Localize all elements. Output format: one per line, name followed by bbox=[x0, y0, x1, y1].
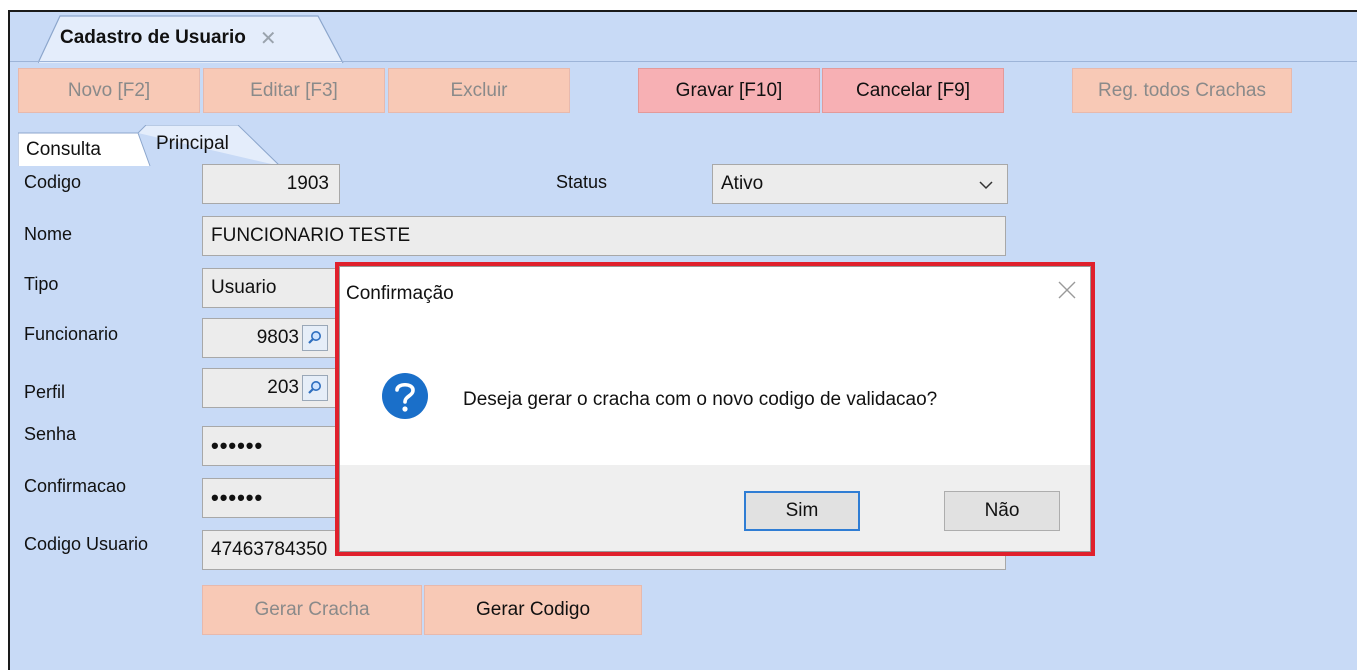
tab-consulta[interactable]: Consulta bbox=[26, 131, 101, 169]
dialog-body: Confirmação Deseja gerar o cracha com o … bbox=[339, 266, 1091, 552]
question-icon bbox=[382, 373, 428, 419]
edit-button[interactable]: Editar [F3] bbox=[203, 68, 385, 113]
funcionario-search-icon[interactable] bbox=[302, 325, 328, 351]
perfil-label: Perfil bbox=[24, 382, 66, 402]
status-select[interactable]: Ativo bbox=[712, 164, 1008, 204]
codigo-field: 1903 bbox=[202, 164, 340, 204]
gerar-cracha-button[interactable]: Gerar Cracha bbox=[202, 585, 422, 635]
status-value: Ativo bbox=[721, 173, 764, 194]
status-label: Status bbox=[556, 172, 608, 192]
nome-input[interactable]: FUNCIONARIO TESTE bbox=[202, 216, 1006, 256]
no-button[interactable]: Não bbox=[944, 491, 1060, 531]
confirmacao-value: •••••• bbox=[211, 485, 264, 510]
new-button[interactable]: Novo [F2] bbox=[18, 68, 200, 113]
codigo-usuario-label: Codigo Usuario bbox=[24, 534, 149, 554]
dialog-title: Confirmação bbox=[346, 283, 454, 304]
codigo-value: 1903 bbox=[286, 173, 329, 194]
yes-button[interactable]: Sim bbox=[744, 491, 860, 531]
tab-divider bbox=[10, 61, 1357, 62]
tab-principal[interactable]: Principal bbox=[156, 125, 229, 163]
document-tab[interactable]: Cadastro de Usuario ✕ bbox=[38, 14, 344, 64]
perfil-value: 203 bbox=[267, 377, 299, 398]
perfil-search-icon[interactable] bbox=[302, 375, 328, 401]
tipo-label: Tipo bbox=[24, 274, 59, 294]
senha-label: Senha bbox=[24, 424, 77, 444]
nome-value: FUNCIONARIO TESTE bbox=[211, 225, 411, 246]
close-icon[interactable] bbox=[1056, 279, 1078, 301]
tipo-value: Usuario bbox=[211, 277, 277, 298]
magnifier-icon bbox=[308, 331, 321, 344]
cancel-button[interactable]: Cancelar [F9] bbox=[822, 68, 1004, 113]
document-tab-title: Cadastro de Usuario bbox=[60, 27, 246, 48]
delete-button[interactable]: Excluir bbox=[388, 68, 570, 113]
codigo-label: Codigo bbox=[24, 172, 82, 192]
confirmation-dialog: Confirmação Deseja gerar o cracha com o … bbox=[335, 262, 1095, 556]
senha-value: •••••• bbox=[211, 433, 264, 458]
dialog-message: Deseja gerar o cracha com o novo codigo … bbox=[463, 389, 938, 410]
funcionario-value: 9803 bbox=[256, 327, 299, 348]
dialog-footer: Sim Não bbox=[340, 465, 1090, 551]
magnifier-icon bbox=[308, 381, 321, 394]
funcionario-label: Funcionario bbox=[24, 324, 119, 344]
confirmacao-label: Confirmacao bbox=[24, 476, 127, 496]
close-icon[interactable]: ✕ bbox=[260, 26, 277, 51]
nome-label: Nome bbox=[24, 224, 73, 244]
chevron-down-icon bbox=[979, 181, 993, 190]
codigo-usuario-value: 47463784350 bbox=[211, 539, 328, 560]
save-button[interactable]: Gravar [F10] bbox=[638, 68, 820, 113]
gerar-codigo-button[interactable]: Gerar Codigo bbox=[424, 585, 642, 635]
register-all-badges-button[interactable]: Reg. todos Crachas bbox=[1072, 68, 1292, 113]
